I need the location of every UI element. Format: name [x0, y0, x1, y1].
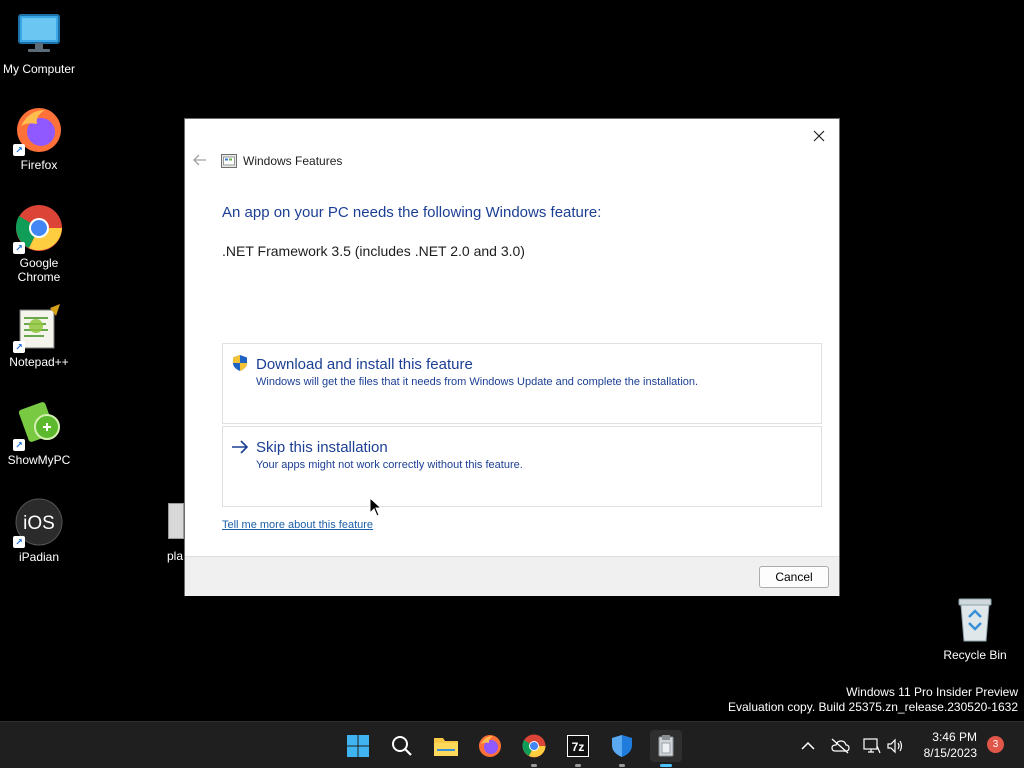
monitor-icon [15, 10, 63, 58]
close-icon [813, 130, 825, 142]
ipadian-icon: iOS ↗ [13, 498, 63, 548]
shortcut-arrow-icon: ↗ [13, 341, 25, 353]
desktop-icon-recycle-bin[interactable]: Recycle Bin [936, 596, 1014, 662]
tell-me-more-link[interactable]: Tell me more about this feature [222, 519, 373, 531]
shortcut-arrow-icon: ↗ [13, 144, 25, 156]
desktop-icon-label: pla [167, 549, 184, 563]
desktop-icon-label: Notepad++ [9, 355, 69, 369]
desktop-icon-label: iPadian [18, 550, 60, 564]
clock[interactable]: 3:46 PM 8/15/2023 [924, 729, 977, 761]
firefox-icon [479, 735, 501, 757]
desktop-icon-showmypc[interactable]: ↗ ShowMyPC [0, 401, 78, 467]
clock-date: 8/15/2023 [923, 746, 977, 760]
desktop-icon-label: My Computer [2, 62, 76, 76]
watermark-line-1: Windows 11 Pro Insider Preview [846, 685, 1018, 699]
taskbar-firefox-button[interactable] [474, 730, 506, 762]
desktop-icon-firefox[interactable]: ↗ Firefox [0, 106, 78, 172]
cancel-button[interactable]: Cancel [759, 566, 829, 588]
start-icon [347, 735, 369, 757]
option-description: Windows will get the files that it needs… [256, 376, 699, 388]
taskbar-chrome-button[interactable] [518, 730, 550, 767]
network-icon [863, 738, 881, 754]
file-explorer-button[interactable] [430, 730, 462, 762]
taskbar-windows-security-button[interactable] [606, 730, 638, 767]
notification-badge[interactable]: 3 [987, 736, 1004, 753]
file-icon[interactable] [168, 503, 184, 539]
close-button[interactable] [805, 123, 833, 149]
windows-security-icon [612, 735, 632, 757]
chrome-icon: ↗ [13, 204, 63, 254]
recycle-bin-icon [951, 596, 999, 644]
arrow-right-icon [231, 440, 249, 457]
mouse-cursor-icon [369, 496, 383, 522]
taskbar-installer-button[interactable] [650, 730, 682, 767]
start-button[interactable] [342, 730, 374, 762]
onedrive-tray-button[interactable] [825, 730, 855, 762]
desktop-icon-google-chrome[interactable]: ↗ Google Chrome [0, 204, 78, 284]
installer-icon [658, 735, 674, 757]
shortcut-arrow-icon: ↗ [13, 536, 25, 548]
windows-features-icon [221, 153, 237, 169]
desktop-icon-label: Google Chrome [17, 256, 61, 284]
desktop-icon-ipadian[interactable]: iOS ↗ iPadian [0, 498, 78, 564]
dialog-heading: An app on your PC needs the following Wi… [222, 204, 602, 221]
chrome-icon [522, 734, 546, 758]
svg-text:7z: 7z [572, 740, 585, 754]
back-arrow-icon[interactable] [193, 154, 207, 168]
search-icon [392, 736, 412, 756]
feature-name: .NET Framework 3.5 (includes .NET 2.0 an… [222, 243, 525, 259]
windows-features-dialog: Windows Features An app on your PC needs… [184, 118, 840, 596]
running-indicator [619, 764, 625, 767]
desktop-icon-notepadpp[interactable]: ↗ Notepad++ [0, 303, 78, 369]
desktop-icon-my-computer[interactable]: My Computer [0, 10, 78, 76]
skip-installation-option[interactable]: Skip this installation Your apps might n… [222, 426, 822, 507]
dialog-header: Windows Features [193, 153, 342, 169]
chevron-up-icon [801, 741, 815, 750]
volume-tray-button[interactable] [880, 730, 910, 762]
volume-icon [887, 738, 903, 754]
dialog-title: Windows Features [243, 154, 343, 168]
desktop-icon-label: Firefox [20, 158, 58, 172]
option-title: Skip this installation [256, 439, 388, 456]
option-title: Download and install this feature [256, 356, 473, 373]
watermark-line-2: Evaluation copy. Build 25375.zn_release.… [728, 700, 1018, 714]
running-indicator [575, 764, 581, 767]
running-indicator [531, 764, 537, 767]
search-button[interactable] [386, 730, 418, 762]
svg-text:iOS: iOS [23, 513, 55, 534]
clock-time: 3:46 PM [932, 730, 977, 744]
notepadpp-icon: ↗ [13, 303, 63, 353]
showmypc-icon: ↗ [13, 401, 63, 451]
dialog-footer: Cancel [185, 556, 839, 596]
shortcut-arrow-icon: ↗ [13, 242, 25, 254]
shortcut-arrow-icon: ↗ [13, 439, 25, 451]
7zip-icon: 7z [567, 735, 589, 757]
active-indicator [660, 764, 672, 767]
cloud-offline-icon [831, 738, 850, 754]
evaluation-watermark: Windows 11 Pro Insider Preview Evaluatio… [728, 685, 1018, 715]
option-description: Your apps might not work correctly witho… [256, 459, 523, 471]
desktop-icon-label: ShowMyPC [7, 453, 71, 467]
desktop-icon-label: Recycle Bin [943, 648, 1007, 662]
uac-shield-icon [231, 354, 249, 372]
file-explorer-icon [434, 738, 458, 756]
download-install-option[interactable]: Download and install this feature Window… [222, 343, 822, 424]
taskbar-7zip-button[interactable]: 7z [562, 730, 594, 767]
firefox-icon: ↗ [13, 106, 63, 156]
show-hidden-icons-button[interactable] [793, 730, 823, 762]
taskbar: 7z 3:46 PM 8/15/2023 3 [0, 721, 1024, 768]
